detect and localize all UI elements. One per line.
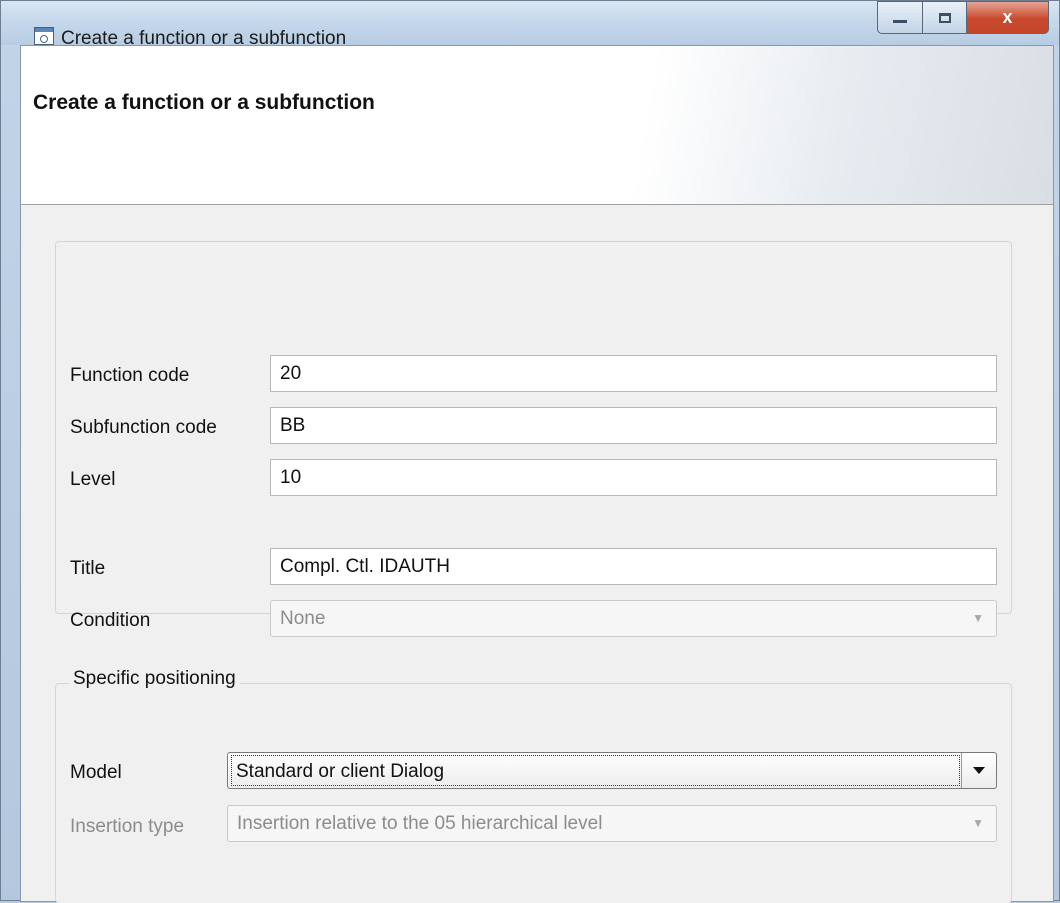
condition-value: None bbox=[280, 608, 326, 629]
chevron-down-icon: ▼ bbox=[972, 611, 984, 625]
function-code-field[interactable]: 20 bbox=[270, 355, 997, 392]
page-title: Create a function or a subfunction bbox=[33, 91, 375, 114]
maximize-icon bbox=[938, 12, 951, 23]
title-label: Title bbox=[70, 558, 106, 579]
insertion-type-select: Insertion relative to the 05 hierarchica… bbox=[227, 805, 997, 842]
dialog-client-area: Create a function or a subfunction Funct… bbox=[20, 45, 1054, 903]
subfunction-code-label: Subfunction code bbox=[70, 417, 217, 438]
close-button[interactable]: x bbox=[967, 1, 1049, 34]
dialog-window: Create a function or a subfunction x Cre… bbox=[0, 0, 1060, 903]
title-bar[interactable]: Create a function or a subfunction x bbox=[1, 1, 1059, 49]
model-value: Standard or client Dialog bbox=[231, 755, 960, 786]
chevron-down-icon bbox=[973, 767, 985, 774]
condition-label: Condition bbox=[70, 610, 151, 631]
level-field[interactable]: 10 bbox=[270, 459, 997, 496]
level-label: Level bbox=[70, 469, 116, 490]
model-dropdown-button[interactable] bbox=[961, 753, 996, 788]
chevron-down-icon: ▼ bbox=[972, 816, 984, 830]
subfunction-code-field[interactable]: BB bbox=[270, 407, 997, 444]
model-select[interactable]: Standard or client Dialog bbox=[227, 752, 997, 789]
main-fields-group: Function code 20 Subfunction code BB Lev… bbox=[55, 241, 1012, 637]
minimize-icon bbox=[893, 20, 907, 23]
minimize-button[interactable] bbox=[877, 1, 923, 34]
condition-select: None ▼ bbox=[270, 600, 997, 637]
group-legend: Specific positioning bbox=[69, 668, 240, 690]
insertion-type-value: Insertion relative to the 05 hierarchica… bbox=[237, 813, 603, 834]
model-label: Model bbox=[70, 762, 122, 783]
insertion-type-label: Insertion type bbox=[70, 816, 185, 837]
app-window-icon bbox=[34, 27, 54, 45]
function-code-label: Function code bbox=[70, 365, 190, 386]
title-field[interactable]: Compl. Ctl. IDAUTH bbox=[270, 548, 997, 585]
specific-positioning-group: Specific positioning Model Standard or c… bbox=[55, 668, 1012, 903]
dialog-header-banner: Create a function or a subfunction bbox=[21, 46, 1053, 205]
close-icon: x bbox=[1002, 7, 1013, 27]
window-controls: x bbox=[877, 1, 1049, 34]
maximize-button[interactable] bbox=[923, 1, 967, 34]
